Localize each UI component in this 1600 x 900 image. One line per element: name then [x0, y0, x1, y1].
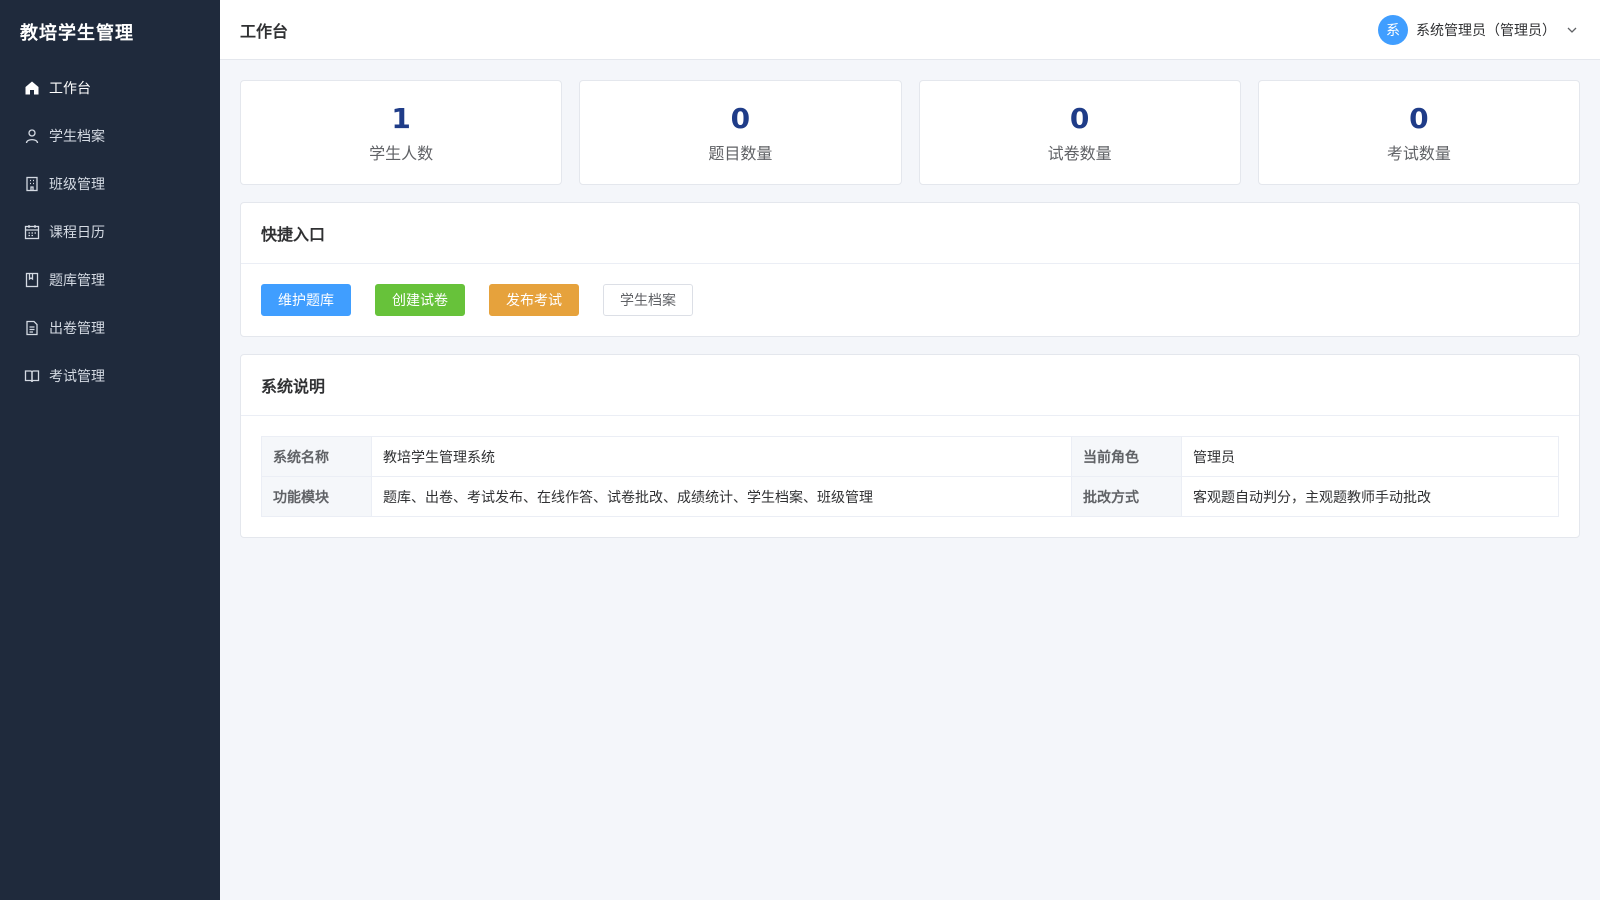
calendar-icon [24, 224, 40, 240]
app-root: 教培学生管理 工作台 学生档案 班级管理 课程日历 题库管理 出卷管理 考试管理… [0, 0, 1600, 900]
table-key: 功能模块 [261, 476, 372, 517]
create-paper-button[interactable]: 创建试卷 [375, 284, 465, 316]
system-info-table: 系统名称 教培学生管理系统 当前角色 管理员 功能模块 题库、出卷、考试发布、在… [261, 436, 1559, 517]
stat-label: 试卷数量 [1047, 143, 1112, 163]
publish-exam-button[interactable]: 发布考试 [489, 284, 579, 316]
stat-card-students: 1 学生人数 [240, 80, 563, 185]
home-icon [24, 80, 40, 96]
top-header: 工作台 系 系统管理员（管理员） [220, 0, 1600, 60]
table-value: 题库、出卷、考试发布、在线作答、试卷批改、成绩统计、学生档案、班级管理 [371, 476, 1072, 517]
sidebar-item-label: 出卷管理 [49, 321, 105, 337]
maintain-question-bank-button[interactable]: 维护题库 [261, 284, 351, 316]
table-key: 系统名称 [261, 436, 372, 477]
quick-entry-panel: 快捷入口 维护题库 创建试卷 发布考试 学生档案 [240, 202, 1580, 337]
table-value: 客观题自动判分，主观题教师手动批改 [1181, 476, 1559, 517]
panel-title: 快捷入口 [241, 203, 1579, 264]
stat-label: 考试数量 [1386, 143, 1451, 163]
table-key: 当前角色 [1071, 436, 1182, 477]
sidebar-item-label: 工作台 [49, 81, 91, 97]
sidebar-nav: 工作台 学生档案 班级管理 课程日历 题库管理 出卷管理 考试管理 [0, 64, 220, 400]
stats-row: 1 学生人数 0 题目数量 0 试卷数量 0 考试数量 [240, 80, 1580, 185]
stat-card-papers: 0 试卷数量 [918, 80, 1241, 185]
sidebar-item-exam-management[interactable]: 考试管理 [0, 352, 220, 400]
stat-card-questions: 0 题目数量 [579, 80, 902, 185]
student-archive-button[interactable]: 学生档案 [603, 284, 693, 316]
stat-label: 题目数量 [708, 143, 773, 163]
sidebar-item-paper-management[interactable]: 出卷管理 [0, 304, 220, 352]
user-menu[interactable]: 系 系统管理员（管理员） [1378, 14, 1578, 45]
avatar[interactable]: 系 [1378, 14, 1408, 45]
sidebar-item-course-calendar[interactable]: 课程日历 [0, 208, 220, 256]
building-icon [24, 176, 40, 192]
sidebar: 教培学生管理 工作台 学生档案 班级管理 课程日历 题库管理 出卷管理 考试管理 [0, 0, 220, 900]
user-name[interactable]: 系统管理员（管理员） [1416, 20, 1556, 40]
sidebar-item-label: 题库管理 [49, 273, 105, 289]
brand-title: 教培学生管理 [20, 23, 134, 44]
sidebar-item-class-management[interactable]: 班级管理 [0, 160, 220, 208]
sidebar-item-question-bank[interactable]: 题库管理 [0, 256, 220, 304]
table-key: 批改方式 [1071, 476, 1182, 517]
panel-title: 系统说明 [241, 355, 1579, 416]
stat-value: 0 [1069, 101, 1090, 135]
sidebar-item-label: 学生档案 [49, 129, 105, 145]
document-icon [24, 320, 40, 336]
stat-label: 学生人数 [369, 143, 434, 163]
sidebar-item-label: 考试管理 [49, 369, 105, 385]
user-icon [24, 128, 40, 144]
main-area: 工作台 系 系统管理员（管理员） 1 学生人数 0 题目数量 0 试卷数量 0 … [220, 0, 1600, 900]
table-value: 管理员 [1181, 436, 1559, 477]
content-area: 1 学生人数 0 题目数量 0 试卷数量 0 考试数量 快捷入口 维护题库 创建… [220, 60, 1600, 538]
quick-buttons: 维护题库 创建试卷 发布考试 学生档案 [261, 284, 1559, 316]
table-row: 功能模块 题库、出卷、考试发布、在线作答、试卷批改、成绩统计、学生档案、班级管理… [261, 476, 1559, 517]
notebook-icon [24, 272, 40, 288]
stat-value: 0 [730, 101, 751, 135]
stat-value: 1 [391, 101, 411, 135]
table-row: 系统名称 教培学生管理系统 当前角色 管理员 [261, 436, 1559, 477]
system-info-panel: 系统说明 系统名称 教培学生管理系统 当前角色 管理员 功能模块 题库、出卷、考… [240, 354, 1580, 538]
sidebar-item-label: 班级管理 [49, 177, 105, 193]
chevron-down-icon[interactable] [1566, 24, 1578, 36]
book-icon [24, 368, 40, 384]
sidebar-item-dashboard[interactable]: 工作台 [0, 64, 220, 112]
table-value: 教培学生管理系统 [371, 436, 1072, 477]
sidebar-item-label: 课程日历 [49, 225, 105, 241]
page-title: 工作台 [240, 21, 289, 41]
sidebar-item-student-archive[interactable]: 学生档案 [0, 112, 220, 160]
stat-value: 0 [1409, 101, 1429, 135]
stat-card-exams: 0 考试数量 [1257, 80, 1580, 185]
